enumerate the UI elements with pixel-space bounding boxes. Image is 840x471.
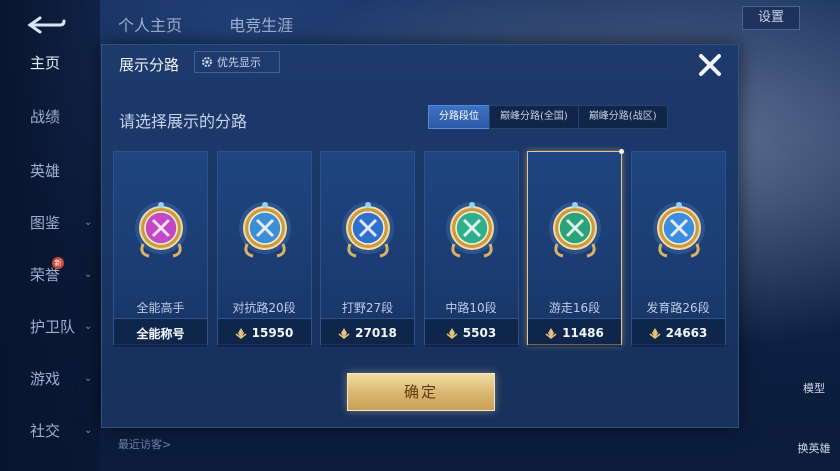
score-icon (545, 328, 557, 339)
lane-rank-badge-icon (135, 202, 187, 258)
nav-item-7[interactable]: 社交 ⌄ (0, 415, 100, 445)
lane-card-score: 24663 (631, 318, 725, 347)
score-icon (446, 328, 458, 339)
nav-item-label: 英雄 (30, 161, 61, 180)
right-side-controls: 模型 换英雄 (792, 350, 832, 460)
priority-display-button[interactable]: 优先显示 (194, 51, 280, 73)
nav-item-3[interactable]: 图鉴 ⌄ (0, 207, 100, 237)
confirm-button[interactable]: 确定 (347, 373, 495, 411)
back-arrow-icon[interactable] (26, 14, 66, 36)
selected-corner-marker (619, 149, 624, 154)
lane-rank-badge-icon (342, 202, 394, 258)
recent-visitors-link[interactable]: 最近访客> (118, 436, 171, 452)
nav-item-2[interactable]: 英雄 (0, 155, 100, 185)
lane-card-name: 游走16段 (548, 301, 601, 315)
nav-item-4[interactable]: 荣誉新 ⌄ (0, 257, 100, 289)
nav-item-0[interactable]: 主页 (0, 47, 100, 77)
lane-rank-badge-icon (652, 202, 705, 258)
model-button[interactable]: 模型 (792, 380, 836, 396)
lane-card-name: 中路10段 (445, 301, 497, 315)
nav-item-label: 主页 (30, 53, 61, 72)
gear-icon (202, 57, 212, 67)
lane-card[interactable]: 全能高手 全能称号 (113, 151, 208, 347)
nav-item-label: 战绩 (30, 107, 61, 126)
lane-card-score: 5503 (424, 318, 518, 347)
modal-subtitle: 请选择展示的分路 (119, 112, 248, 131)
top-tabs: 个人主页 电竞生涯 (118, 12, 335, 36)
new-badge: 新 (52, 257, 64, 269)
lane-card-score: 27018 (321, 318, 414, 347)
lane-card-value: 24663 (665, 326, 708, 340)
nav-item-1[interactable]: 战绩 (0, 101, 100, 131)
lane-card[interactable]: 游走16段 11486 (527, 149, 624, 347)
nav-item-6[interactable]: 游戏 ⌄ (0, 363, 100, 393)
lane-card[interactable]: 中路10段 5503 (423, 151, 519, 347)
priority-display-label: 优先显示 (217, 56, 261, 69)
settings-button[interactable]: 设置 (742, 6, 800, 30)
chevron-down-icon: ⌄ (84, 268, 93, 280)
lane-card-value: 11486 (562, 326, 604, 340)
nav-item-5[interactable]: 护卫队 ⌄ (0, 311, 100, 341)
lane-card[interactable]: 发育路26段 24663 (630, 151, 726, 347)
chevron-down-icon: ⌄ (84, 216, 93, 228)
lane-card-score: 15950 (217, 318, 311, 347)
lane-card-name: 打野27段 (341, 301, 394, 315)
lane-display-modal: 展示分路 优先显示 请选择展示的分路 分路段位 巅峰分路(全国) 巅峰分路(战区… (101, 44, 739, 428)
left-nav: 主页 战绩 英雄 图鉴 ⌄ 荣誉新 ⌄ 护卫队 ⌄ 游戏 ⌄ 社交 ⌄ (0, 0, 100, 471)
lane-card-score: 全能称号 (114, 318, 207, 347)
tab-esports[interactable]: 电竞生涯 (229, 16, 293, 35)
score-icon (235, 328, 247, 339)
score-icon (649, 328, 661, 339)
lane-rank-badge-icon (549, 202, 601, 258)
chevron-down-icon: ⌄ (84, 424, 93, 436)
lane-rank-badge-icon (445, 202, 498, 258)
close-icon[interactable] (696, 51, 724, 79)
modal-title: 展示分路 (119, 56, 180, 74)
segment-lane-rank[interactable]: 分路段位 (428, 105, 490, 129)
score-icon (338, 328, 350, 339)
segment-control: 分路段位 巅峰分路(全国) 巅峰分路(战区) (428, 105, 668, 129)
chevron-down-icon: ⌄ (84, 320, 93, 332)
lane-card-value: 5503 (462, 326, 497, 340)
nav-item-label: 游戏 (30, 369, 61, 388)
tab-profile[interactable]: 个人主页 (118, 16, 182, 35)
lane-rank-badge-icon (238, 202, 291, 258)
segment-peak-region[interactable]: 巅峰分路(战区) (577, 105, 668, 129)
lane-card-value: 全能称号 (136, 326, 185, 341)
nav-item-label: 图鉴 (30, 213, 61, 232)
lane-card-name: 全能高手 (136, 301, 185, 315)
nav-item-label: 社交 (30, 421, 61, 440)
lane-card[interactable]: 对抗路20段 15950 (216, 151, 312, 347)
change-hero-button[interactable]: 换英雄 (792, 440, 836, 456)
nav-item-label: 护卫队 (30, 317, 76, 336)
lane-card-name: 发育路26段 (646, 301, 710, 315)
segment-peak-national[interactable]: 巅峰分路(全国) (489, 105, 579, 129)
lane-card-value: 15950 (251, 326, 294, 340)
chevron-down-icon: ⌄ (84, 372, 93, 384)
lane-card-name: 对抗路20段 (232, 301, 296, 315)
lane-card-score: 11486 (528, 318, 621, 347)
lane-card-value: 27018 (355, 326, 397, 340)
lane-card[interactable]: 打野27段 27018 (320, 151, 415, 347)
